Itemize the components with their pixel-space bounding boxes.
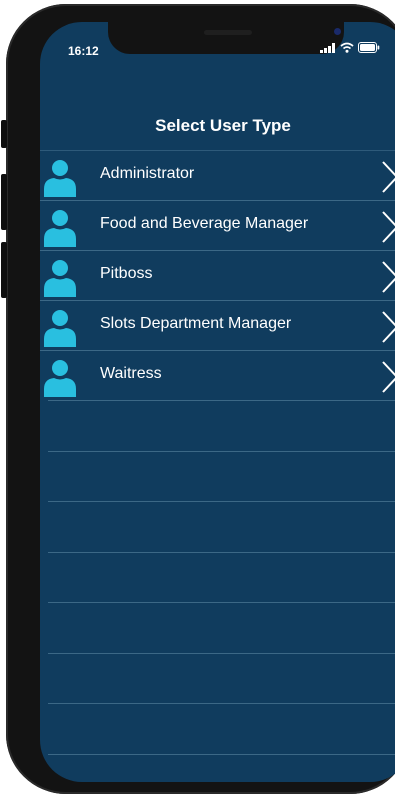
status-time: 16:12 (68, 44, 99, 58)
user-icon (44, 360, 76, 397)
empty-row (48, 753, 395, 783)
list-item-pitboss[interactable]: Pitboss (40, 250, 395, 300)
page-title: Select User Type (155, 116, 291, 135)
empty-row (48, 602, 395, 653)
side-button (1, 120, 7, 148)
list-item-waitress[interactable]: Waitress (40, 350, 395, 400)
list-item-label: Food and Beverage Manager (100, 215, 309, 232)
chevron-right-icon (382, 161, 395, 193)
list-item-label: Administrator (100, 165, 195, 182)
list-item-slots-department-manager[interactable]: Slots Department Manager (40, 300, 395, 350)
list-item-label: Pitboss (100, 265, 153, 282)
screen: 16:12 Select User Type Administrator Foo… (40, 22, 395, 782)
list-item-label: Waitress (100, 365, 162, 382)
status-icons (320, 42, 380, 53)
volume-up-button (1, 174, 7, 230)
chevron-right-icon (382, 261, 395, 293)
notch (108, 22, 344, 54)
wifi-icon (340, 42, 354, 53)
volume-down-button (1, 242, 7, 298)
empty-row (48, 501, 395, 552)
chevron-right-icon (382, 211, 395, 243)
chevron-right-icon (382, 361, 395, 393)
empty-row (48, 551, 395, 603)
empty-row (48, 652, 395, 704)
user-type-list: Administrator Food and Beverage Manager (40, 150, 395, 782)
empty-row (48, 450, 395, 502)
speaker (204, 30, 252, 35)
user-icon (44, 310, 76, 347)
empty-row (48, 703, 395, 754)
list-item-label: Slots Department Manager (100, 315, 292, 332)
user-icon (44, 260, 76, 297)
phone-frame: 16:12 Select User Type Administrator Foo… (1, 4, 395, 794)
user-icon (44, 160, 76, 197)
battery-icon (358, 42, 380, 53)
signal-icon (320, 42, 335, 53)
empty-row (48, 400, 395, 451)
front-camera (334, 28, 341, 35)
list-item-administrator[interactable]: Administrator (40, 150, 395, 200)
user-icon (44, 210, 76, 247)
chevron-right-icon (382, 311, 395, 343)
list-item-food-and-beverage-manager[interactable]: Food and Beverage Manager (40, 200, 395, 250)
